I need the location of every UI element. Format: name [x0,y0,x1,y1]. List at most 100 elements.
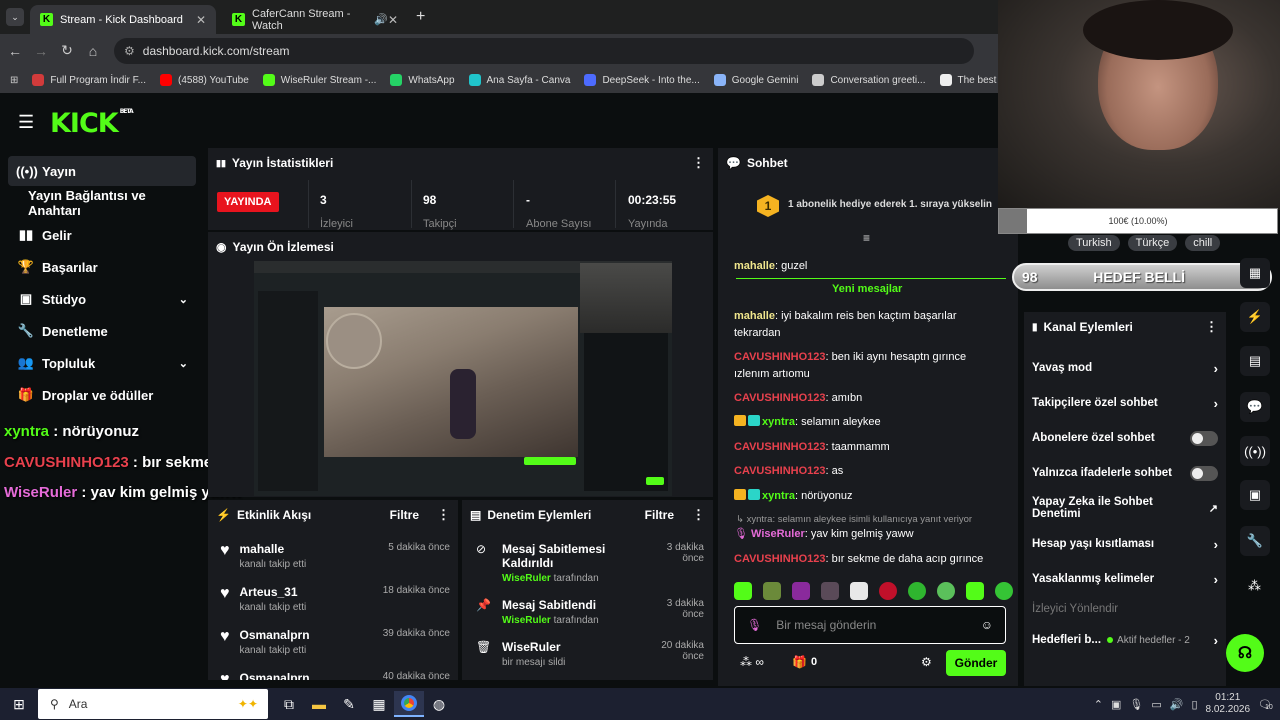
chat-message[interactable]: xyntra: selamın aleykee [734,414,1004,431]
home-icon[interactable]: ⌂ [82,43,104,59]
points-infinity-icon[interactable]: ⁂ ∞ [740,655,764,669]
chat-username[interactable]: CAVUSHINHO123 [734,441,826,453]
rail-document-icon[interactable]: ▤ [1240,346,1270,376]
clock[interactable]: 01:21 8.02.2026 [1206,692,1251,716]
chat-message[interactable]: 🎙 WiseRuler: yav kim gelmiş yaww [734,526,1004,543]
chat-message[interactable]: CAVUSHINHO123: bır sekme de daha acıp gı… [734,551,1004,568]
obs-icon[interactable]: ◍ [424,691,454,717]
emote-icon[interactable] [908,582,926,600]
windows-start-icon[interactable]: ⊞ [4,691,34,717]
emote-icon[interactable] [763,582,781,600]
tab-cafercann-stream[interactable]: K CaferCann Stream - Watch 🔊 ✕ [222,5,408,34]
moderation-item[interactable]: 📌 Mesaj Sabitlendi WiseRuler tarafından 3 d… [476,598,704,626]
more-options-icon[interactable]: ⋮ [692,507,705,523]
task-view-icon[interactable]: ⧉ [274,691,304,717]
support-headset-button[interactable]: ☊ [1226,634,1264,672]
event-username[interactable]: Osmanalprn [240,628,310,642]
emoji-icon[interactable]: ☺ [981,618,993,632]
channel-action-item[interactable]: Hesap yaşı kısıtlaması › [1032,532,1218,556]
emote-icon[interactable] [937,582,955,600]
moderator-name[interactable]: WiseRuler [502,615,551,626]
stream-tag[interactable]: Türkçe [1127,235,1178,251]
network-icon[interactable]: ▭ [1151,698,1161,711]
toggle-switch[interactable] [1190,465,1218,481]
bookmark-item[interactable]: The best ChatBo [939,74,1000,86]
tray-chevron-icon[interactable]: ⌃ [1094,698,1103,711]
reload-icon[interactable]: ↻ [56,42,78,59]
tab-kick-dashboard[interactable]: K Stream - Kick Dashboard ✕ [30,5,216,34]
bookmark-item[interactable]: WhatsApp [390,74,455,86]
activity-event[interactable]: ♥ mahalle kanalı takip etti 5 dakika önce [220,542,450,570]
chat-settings-icon[interactable]: ⚙ [921,655,932,669]
moderator-name[interactable]: WiseRuler [502,573,551,584]
channel-action-item[interactable]: Abonelere özel sohbet [1032,426,1218,450]
url-field[interactable]: ⚙ dashboard.kick.com/stream [114,37,974,64]
more-options-icon[interactable]: ⋮ [437,507,450,523]
channel-action-item[interactable]: Yapay Zeka ile Sohbet Denetimi ↗ [1032,496,1218,520]
kick-logo[interactable]: KICK BETA [50,108,134,139]
chat-message[interactable]: xyntra: nörüyonuz [734,488,1004,505]
sidebar-item[interactable]: ((•)) Yayın [8,156,196,186]
tray-app-icon[interactable]: ▣ [1111,698,1121,711]
store-icon[interactable]: ▦ [364,691,394,717]
activity-event[interactable]: ♥ Arteus_31 kanalı takip etti 18 dakika önc… [220,585,450,613]
chat-username[interactable]: CAVUSHINHO123 [734,553,826,565]
chat-username[interactable]: CAVUSHINHO123 [734,351,826,363]
rail-chat-icon[interactable]: 💬 [1240,392,1270,422]
microphone-icon[interactable]: 🎙 [1129,698,1143,711]
goals-row[interactable]: Hedefleri b... Aktif hedefler - 2 › [1032,628,1218,652]
event-username[interactable]: Arteus_31 [240,585,307,599]
taskbar-search[interactable]: ⚲ Ara ✦✦ [38,689,268,719]
bookmark-item[interactable]: Conversation greeti... [812,74,926,86]
channel-action-item[interactable]: Yasaklanmış kelimeler › [1032,567,1218,591]
chat-message[interactable]: CAVUSHINHO123: as [734,463,1004,480]
notifications-icon[interactable]: 🗨 10 [1258,698,1273,711]
rail-wrench-icon[interactable]: 🔧 [1240,526,1270,556]
event-username[interactable]: mahalle [240,542,307,556]
sidebar-item[interactable]: 🔧 Denetleme [8,316,196,346]
moderation-item[interactable]: ⊘ Mesaj Sabitlemesi Kaldırıldı WiseRuler t… [476,542,704,584]
sidebar-item[interactable]: 🎁 Droplar ve ödüller [8,380,196,410]
more-options-icon[interactable]: ⋮ [692,155,705,171]
rail-grid-icon[interactable]: ▦ [1240,258,1270,288]
site-info-icon[interactable]: ⚙ [124,44,135,58]
rail-lightning-icon[interactable]: ⚡ [1240,302,1270,332]
emote-icon[interactable] [995,582,1013,600]
chat-message[interactable]: mahalle: guzel [734,258,1004,275]
bookmark-item[interactable]: DeepSeek - Into the... [584,74,700,86]
app-icon[interactable]: ✎ [334,691,364,717]
sidebar-item[interactable]: ▣ Stüdyo ⌄ [8,284,196,314]
emote-icon[interactable] [734,582,752,600]
chat-username[interactable]: CAVUSHINHO123 [734,392,826,404]
sidebar-item[interactable]: 🏆 Başarılar [8,252,196,282]
chat-message[interactable]: mahalle: iyi bakalım reis ben kaçtım baş… [734,308,1004,342]
stream-tag[interactable]: chill [1185,235,1221,251]
chat-username[interactable]: WiseRuler [751,528,805,540]
filter-button[interactable]: Filtre [390,508,419,522]
activity-event[interactable]: ♥ Osmanalprn 40 dakika önce [220,671,450,680]
rail-broadcast-icon[interactable]: ((•)) [1240,436,1270,466]
gift-icon[interactable]: 🎁 [792,655,807,669]
chat-input[interactable]: 🎙 Bir mesaj gönderin ☺ [734,606,1006,644]
apps-grid-icon[interactable]: ⊞ [10,75,18,86]
chat-message[interactable]: CAVUSHINHO123: ben iki aynı hesaptn gırı… [734,349,1004,383]
emote-icon[interactable] [850,582,868,600]
bookmark-item[interactable]: WiseRuler Stream -... [262,74,376,86]
event-username[interactable]: Osmanalprn [240,671,310,680]
send-button[interactable]: Gönder [946,650,1006,676]
moderation-item[interactable]: 🗑 WiseRuler bir mesajı sildi 20 dakika önce [476,640,704,668]
chrome-icon[interactable] [394,691,424,717]
chat-username[interactable]: mahalle [734,310,775,322]
emote-icon[interactable] [966,582,984,600]
chat-message[interactable]: CAVUSHINHO123: taammamm [734,439,1004,456]
bookmark-item[interactable]: Ana Sayfa - Canva [468,74,570,86]
tab-search-icon[interactable]: ⌄ [6,8,24,26]
close-tab-icon[interactable]: ✕ [196,13,206,27]
chat-message[interactable]: CAVUSHINHO123: amıbn [734,390,1004,407]
channel-action-item[interactable]: Yavaş mod › [1032,356,1218,380]
chat-username[interactable]: mahalle [734,260,775,272]
emote-icon[interactable] [879,582,897,600]
back-icon[interactable]: ← [4,43,26,59]
new-tab-button[interactable]: + [416,8,425,26]
sidebar-item[interactable]: 👥 Topluluk ⌄ [8,348,196,378]
